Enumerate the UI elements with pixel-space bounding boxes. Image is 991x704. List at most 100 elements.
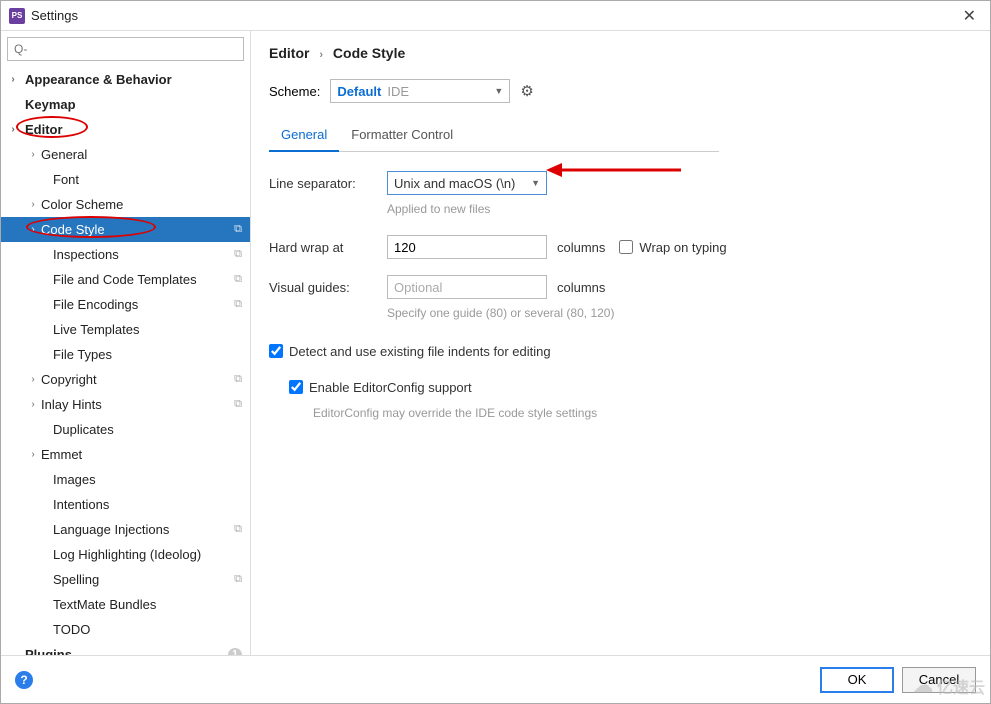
sidebar-item-label: File and Code Templates xyxy=(53,272,197,287)
copy-icon: ⧉ xyxy=(234,248,242,261)
breadcrumb-code-style: Code Style xyxy=(333,45,405,61)
line-separator-select[interactable]: Unix and macOS (\n) ▼ xyxy=(387,171,547,195)
copy-icon: ⧉ xyxy=(234,273,242,286)
sidebar-item-label: Images xyxy=(53,472,96,487)
search-input[interactable] xyxy=(7,37,244,61)
hard-wrap-label: Hard wrap at xyxy=(269,240,387,255)
footer: ? OK Cancel xyxy=(1,655,990,703)
enable-editorconfig-checkbox[interactable] xyxy=(289,380,303,394)
window-title: Settings xyxy=(31,8,78,23)
enable-editorconfig-label: Enable EditorConfig support xyxy=(309,380,472,395)
sidebar-item-label: Log Highlighting (Ideolog) xyxy=(53,547,201,562)
visual-guides-input[interactable] xyxy=(387,275,547,299)
sidebar-item-label: Language Injections xyxy=(53,522,169,537)
chevron-right-icon: › xyxy=(1,74,25,85)
watermark: ☁ 亿速云 xyxy=(913,673,985,698)
sidebar: ›Appearance & BehaviorKeymap›Editor›Gene… xyxy=(1,31,251,655)
chevron-right-icon: › xyxy=(21,149,45,160)
sidebar-item-label: Inspections xyxy=(53,247,119,262)
sidebar-item-label: Font xyxy=(53,172,79,187)
sidebar-item-label: Spelling xyxy=(53,572,99,587)
sidebar-item-label: File Encodings xyxy=(53,297,138,312)
tabs: General Formatter Control xyxy=(269,121,719,152)
sidebar-item-color-scheme[interactable]: ›Color Scheme xyxy=(1,192,250,217)
sidebar-item-label: Plugins xyxy=(25,647,72,655)
sidebar-item-language-injections[interactable]: Language Injections ⧉ xyxy=(1,517,250,542)
sidebar-item-plugins[interactable]: Plugins 1 xyxy=(1,642,250,655)
sidebar-item-label: Inlay Hints xyxy=(41,397,102,412)
copy-icon: ⧉ xyxy=(234,373,242,386)
sidebar-item-label: Emmet xyxy=(41,447,82,462)
sidebar-item-font[interactable]: Font xyxy=(1,167,250,192)
chevron-right-icon: › xyxy=(1,124,25,135)
copy-icon: ⧉ xyxy=(234,523,242,536)
editorconfig-hint: EditorConfig may override the IDE code s… xyxy=(313,406,966,420)
sidebar-item-live-templates[interactable]: Live Templates xyxy=(1,317,250,342)
chevron-right-icon: › xyxy=(21,199,45,210)
line-separator-label: Line separator: xyxy=(269,176,387,191)
sidebar-item-textmate-bundles[interactable]: TextMate Bundles xyxy=(1,592,250,617)
sidebar-item-spelling[interactable]: Spelling⧉ xyxy=(1,567,250,592)
columns-label-2: columns xyxy=(557,280,605,295)
sidebar-item-label: Duplicates xyxy=(53,422,114,437)
sidebar-item-appearance-behavior[interactable]: ›Appearance & Behavior xyxy=(1,67,250,92)
sidebar-item-copyright[interactable]: ›Copyright ⧉ xyxy=(1,367,250,392)
detect-indents-label: Detect and use existing file indents for… xyxy=(289,344,551,359)
chevron-right-icon: › xyxy=(21,399,45,410)
line-separator-value: Unix and macOS (\n) xyxy=(394,176,515,191)
sidebar-item-label: Copyright xyxy=(41,372,97,387)
line-separator-hint: Applied to new files xyxy=(387,202,966,216)
scheme-label: Scheme: xyxy=(269,84,320,99)
sidebar-item-label: Appearance & Behavior xyxy=(25,72,172,87)
sidebar-item-general[interactable]: ›General xyxy=(1,142,250,167)
gear-icon[interactable]: ⚙ xyxy=(520,82,533,100)
visual-guides-hint: Specify one guide (80) or several (80, 1… xyxy=(387,306,966,320)
sidebar-item-label: Live Templates xyxy=(53,322,139,337)
detect-indents-checkbox[interactable] xyxy=(269,344,283,358)
hard-wrap-input[interactable] xyxy=(387,235,547,259)
sidebar-item-editor[interactable]: ›Editor xyxy=(1,117,250,142)
wrap-on-typing-label: Wrap on typing xyxy=(639,240,726,255)
help-icon[interactable]: ? xyxy=(15,671,33,689)
sidebar-item-file-types[interactable]: File Types xyxy=(1,342,250,367)
copy-icon: ⧉ xyxy=(234,223,242,236)
sidebar-item-keymap[interactable]: Keymap xyxy=(1,92,250,117)
ok-button[interactable]: OK xyxy=(820,667,894,693)
sidebar-item-log-highlighting-ideolog-[interactable]: Log Highlighting (Ideolog) xyxy=(1,542,250,567)
sidebar-item-inspections[interactable]: Inspections ⧉ xyxy=(1,242,250,267)
chevron-down-icon: ▼ xyxy=(531,178,540,188)
sidebar-item-file-and-code-templates[interactable]: File and Code Templates ⧉ xyxy=(1,267,250,292)
sidebar-item-todo[interactable]: TODO xyxy=(1,617,250,642)
visual-guides-label: Visual guides: xyxy=(269,280,387,295)
close-icon[interactable]: ✕ xyxy=(957,6,982,26)
main-panel: Editor › Code Style Scheme: Default IDE … xyxy=(251,31,990,655)
sidebar-item-inlay-hints[interactable]: ›Inlay Hints⧉ xyxy=(1,392,250,417)
chevron-right-icon: › xyxy=(21,224,45,235)
app-icon: PS xyxy=(9,8,25,24)
scheme-name: Default xyxy=(337,84,381,99)
sidebar-item-file-encodings[interactable]: File Encodings⧉ xyxy=(1,292,250,317)
settings-tree: ›Appearance & BehaviorKeymap›Editor›Gene… xyxy=(1,67,250,655)
chevron-down-icon: ▼ xyxy=(494,86,503,96)
sidebar-item-label: Color Scheme xyxy=(41,197,123,212)
sidebar-item-label: Code Style xyxy=(41,222,105,237)
sidebar-item-label: TODO xyxy=(53,622,90,637)
scheme-select[interactable]: Default IDE ▼ xyxy=(330,79,510,103)
sidebar-item-images[interactable]: Images xyxy=(1,467,250,492)
update-count-badge: 1 xyxy=(228,648,242,656)
columns-label: columns xyxy=(557,240,605,255)
wrap-on-typing-checkbox[interactable] xyxy=(619,240,633,254)
chevron-right-icon: › xyxy=(21,374,45,385)
sidebar-item-intentions[interactable]: Intentions xyxy=(1,492,250,517)
sidebar-item-label: TextMate Bundles xyxy=(53,597,156,612)
sidebar-item-label: General xyxy=(41,147,87,162)
sidebar-item-emmet[interactable]: ›Emmet xyxy=(1,442,250,467)
sidebar-item-code-style[interactable]: ›Code Style ⧉ xyxy=(1,217,250,242)
chevron-right-icon: › xyxy=(21,449,45,460)
breadcrumb: Editor › Code Style xyxy=(269,45,966,61)
tab-formatter-control[interactable]: Formatter Control xyxy=(339,121,465,151)
tab-general[interactable]: General xyxy=(269,121,339,152)
sidebar-item-duplicates[interactable]: Duplicates xyxy=(1,417,250,442)
sidebar-item-label: File Types xyxy=(53,347,112,362)
cloud-icon: ☁ xyxy=(913,673,933,698)
